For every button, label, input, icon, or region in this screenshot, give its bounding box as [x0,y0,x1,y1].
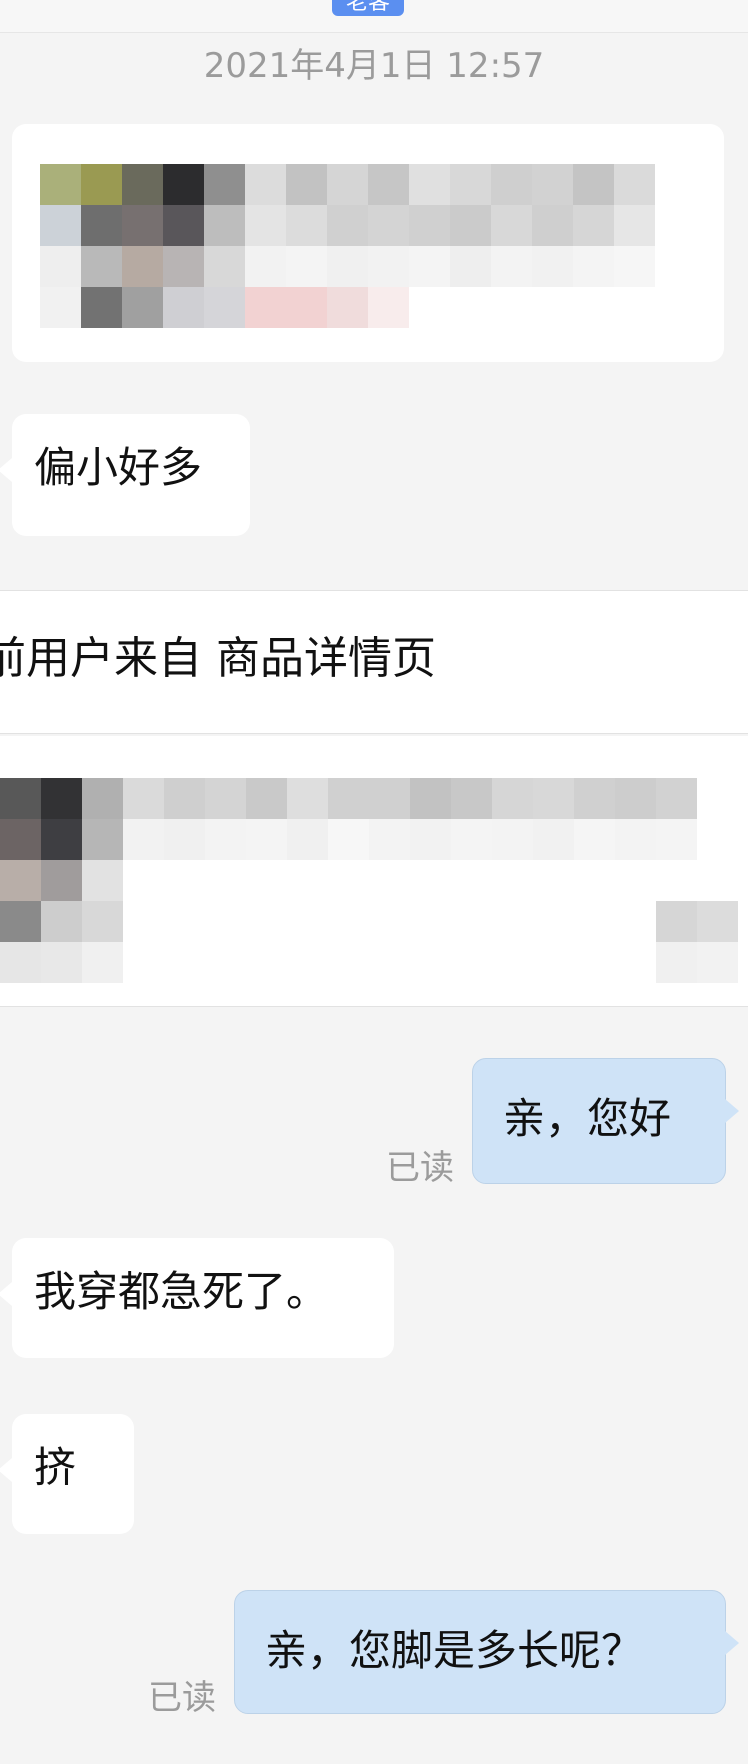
message-text: 偏小好多 [34,443,203,492]
read-status: 已读 [386,1148,454,1188]
user-source-text: 前用户来自 商品详情页 [0,633,436,684]
user-source-bar: 前用户来自 商品详情页 [0,590,748,734]
outgoing-message-bubble[interactable]: 亲，您脚是多长呢？ [234,1590,739,1714]
outgoing-message-bubble[interactable]: 亲，您好 [472,1058,739,1184]
message-text: 我穿都急死了。 [34,1267,329,1316]
pixelated-product-price [656,901,738,983]
pixelated-product-title [123,778,697,860]
incoming-message-bubble[interactable]: 挤 [0,1414,134,1534]
read-status: 已读 [148,1678,216,1718]
message-text: 亲，您好 [503,1094,672,1143]
message-timestamp: 2021年4月1日 12:57 [203,46,545,86]
incoming-message-bubble[interactable]: 偏小好多 [0,414,250,536]
product-card[interactable] [0,736,748,1007]
message-text: 亲，您脚是多长呢？ [265,1626,644,1675]
customer-tag-badge: 老客 [332,0,404,16]
image-message-card[interactable] [12,124,724,362]
pixelated-product-icon [0,778,123,983]
message-text: 挤 [34,1443,77,1492]
pixelated-photo-icon [40,164,655,328]
incoming-message-bubble[interactable]: 我穿都急死了。 [0,1238,394,1358]
